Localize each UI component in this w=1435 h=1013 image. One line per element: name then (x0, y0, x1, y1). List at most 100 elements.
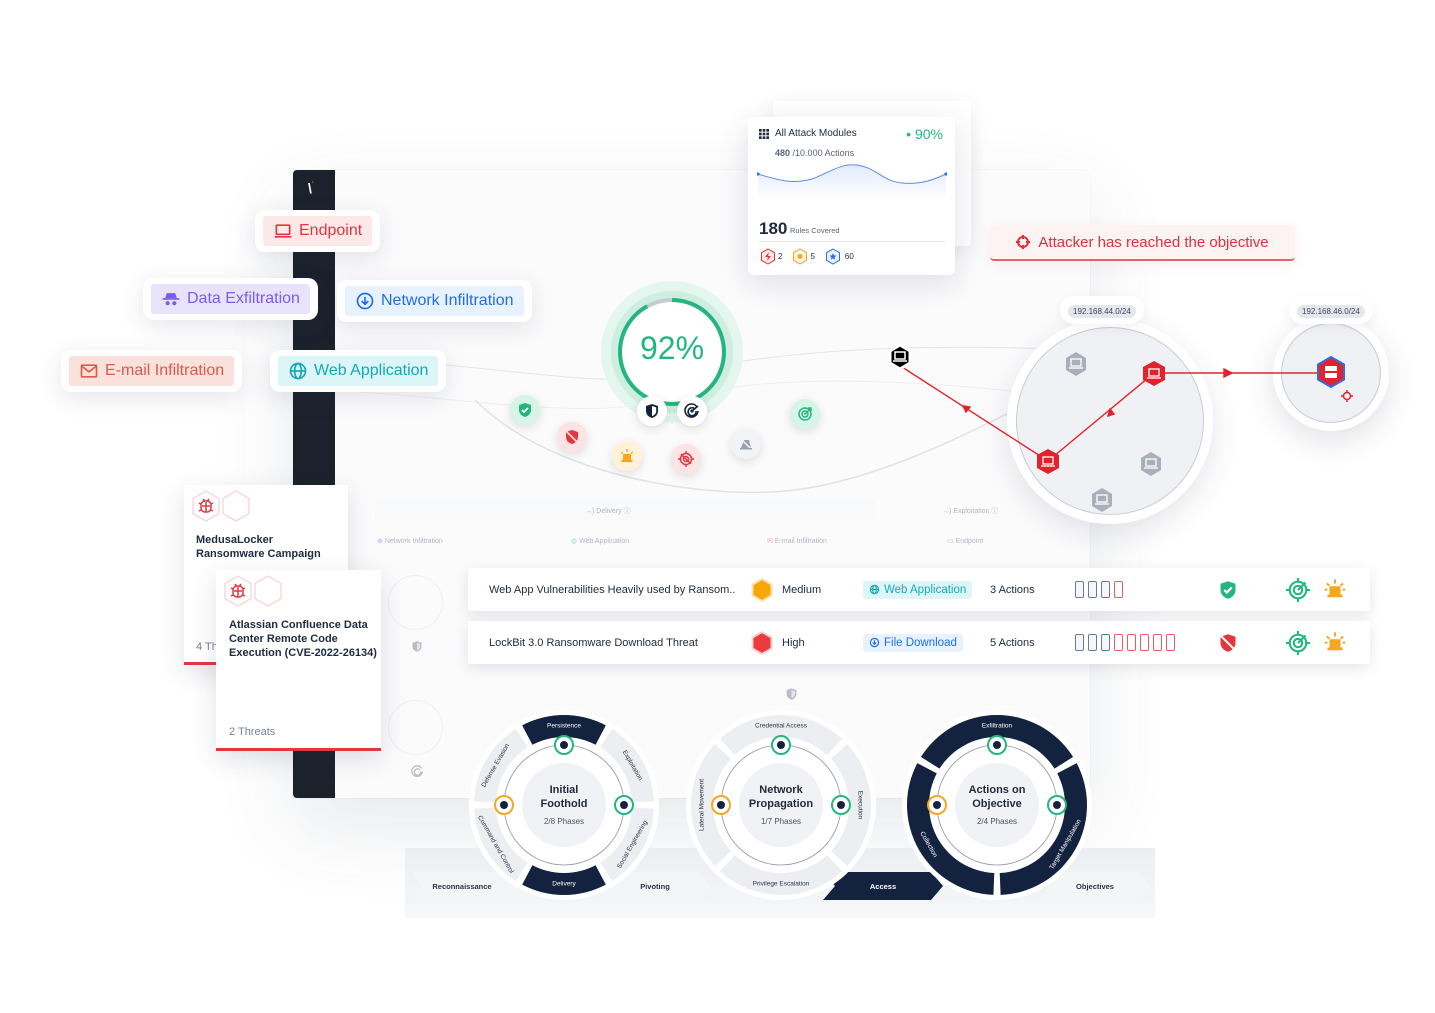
divider (759, 241, 945, 242)
badge-warning: 5 (792, 248, 815, 265)
tag-data-exfiltration[interactable]: Data Exfiltration (143, 278, 318, 320)
cycle-title: Actions on Objective (901, 783, 1093, 811)
score-value: 92% (639, 330, 705, 366)
attack-modules-card[interactable]: All Attack Modules • 90% 480 /10.000 Act… (748, 117, 955, 275)
threat-row[interactable]: LockBit 3.0 Ransomware Download Threat H… (468, 621, 1370, 664)
column-label: Web Application (579, 538, 630, 545)
shield-half-icon[interactable] (771, 735, 791, 755)
prevention-bubble[interactable] (637, 396, 667, 426)
sun-hex-icon (793, 248, 808, 265)
row-tag-label: File Download (884, 636, 957, 649)
actions-done: 480 (775, 148, 791, 158)
actions-total: /10.000 Actions (792, 148, 855, 158)
cycle-phases: 1/7 Phases (760, 817, 802, 826)
cycle-phases: 2/8 Phases (543, 817, 585, 826)
globe-icon (289, 362, 307, 380)
cycle-segment-label: Persistence (547, 723, 581, 730)
rules-count: 180 (759, 219, 788, 238)
siren-icon (620, 449, 634, 462)
bolt-hex-icon (761, 248, 775, 265)
action-result-failed (1166, 634, 1175, 651)
path-arrow (1223, 367, 1234, 379)
bug-hex-icon (224, 575, 282, 607)
threat-card[interactable]: Atlassian Confluence Data Center Remote … (216, 570, 381, 751)
target-icon[interactable] (1286, 631, 1310, 655)
target-off-bubble[interactable] (671, 444, 701, 474)
tag-email-infiltration[interactable]: E-mail Infiltration (61, 350, 243, 392)
logo-dot: ' (311, 180, 314, 189)
host-node-idle[interactable] (1141, 452, 1161, 476)
host-node-idle[interactable] (1092, 488, 1112, 512)
cycle-3[interactable]: Exfiltration Target Manipulation Collectio… (901, 709, 1093, 901)
cycle-title: Network Propagation (685, 783, 877, 811)
placeholder-circle (388, 575, 443, 630)
threat-title: Atlassian Confluence Data Center Remote … (229, 619, 377, 659)
severity-label: High (782, 636, 805, 649)
target-bubble[interactable] (790, 399, 820, 429)
download-circle-icon (356, 292, 374, 310)
cycle-1[interactable]: Persistence Exploitation Social Engineerin… (468, 709, 660, 901)
shield-faded-icon (786, 688, 797, 700)
tag-label: Endpoint (299, 222, 363, 239)
prevented-bubble[interactable] (510, 395, 540, 425)
action-results (1075, 581, 1123, 598)
tag-web-application[interactable]: Web Application (270, 350, 447, 392)
action-result-passed (1088, 634, 1097, 651)
objective-crosshair-icon (1341, 390, 1353, 402)
action-result-failed (1114, 634, 1123, 651)
cycle-phases: 2/4 Phases (976, 817, 1018, 826)
action-result-failed (1114, 581, 1123, 598)
detection-bubble[interactable] (677, 396, 707, 426)
shield-half-icon[interactable] (987, 735, 1007, 755)
placeholder-circle (388, 700, 443, 755)
grid-icon (759, 129, 769, 139)
threat-count: 2 Threats (229, 726, 276, 738)
target-icon[interactable] (1286, 578, 1310, 602)
app-logo[interactable]: \' (308, 180, 322, 196)
rules-label: Rules Covered (790, 226, 840, 235)
host-node-compromised[interactable] (1037, 449, 1059, 474)
row-actions: 5 Actions (990, 636, 1035, 649)
threat-row[interactable]: Web App Vulnerabilities Heavily used by … (468, 568, 1370, 611)
log-off-bubble[interactable] (731, 429, 761, 459)
cycle-2[interactable]: Credential Access Execution Privilege Esca… (685, 709, 877, 901)
target-server-node[interactable] (1317, 355, 1345, 389)
globe-icon (869, 584, 880, 595)
modules-percent: • 90% (906, 126, 943, 142)
action-result-passed (1101, 581, 1110, 598)
action-result-passed (1101, 634, 1110, 651)
shield-check-icon (1220, 581, 1236, 599)
host-node-idle[interactable] (1066, 352, 1086, 376)
tag-label: Web Application (314, 362, 429, 379)
attacker-node[interactable] (888, 343, 912, 371)
shield-off-icon (1219, 634, 1237, 652)
download-circle-icon (869, 637, 880, 648)
alert-text: Attacker has reached the objective (1038, 233, 1269, 251)
tag-endpoint[interactable]: Endpoint (255, 210, 381, 252)
host-node-compromised[interactable] (1143, 361, 1165, 386)
siren-icon[interactable] (1324, 578, 1346, 600)
shield-half-icon (646, 404, 658, 418)
severity-high-icon (751, 631, 773, 655)
bug-hex-icon (192, 490, 250, 522)
column-network-infiltration: ⊕ Network Infiltration (377, 538, 443, 545)
cycle-segment-label: Privilege Escalation (753, 881, 810, 888)
tag-network-infiltration[interactable]: Network Infiltration (337, 280, 532, 322)
attacker-objective-alert[interactable]: Attacker has reached the objective (990, 225, 1295, 261)
cycle-segment-label: Credential Access (755, 723, 808, 730)
siren-icon[interactable] (1324, 631, 1346, 653)
row-actions: 3 Actions (990, 583, 1035, 596)
subnet-ip: 192.168.46.0/24 (1297, 305, 1365, 318)
attack-path (888, 343, 1353, 512)
severity-label: Medium (782, 583, 822, 596)
alert-bubble[interactable] (612, 441, 642, 471)
row-name: LockBit 3.0 Ransomware Download Threat (489, 636, 698, 649)
path-edge (901, 366, 1049, 462)
not-prevented-bubble[interactable] (557, 422, 587, 452)
action-result-passed (1075, 634, 1084, 651)
cycle-label: Network Propagation 1/7 Phases (685, 783, 877, 826)
shield-half-icon[interactable] (554, 735, 574, 755)
cycle-title: Initial Foothold (468, 783, 660, 811)
cycle-title-line: Network (759, 784, 803, 796)
phase-header-delivery: →) Delivery ⓘ (585, 508, 631, 515)
